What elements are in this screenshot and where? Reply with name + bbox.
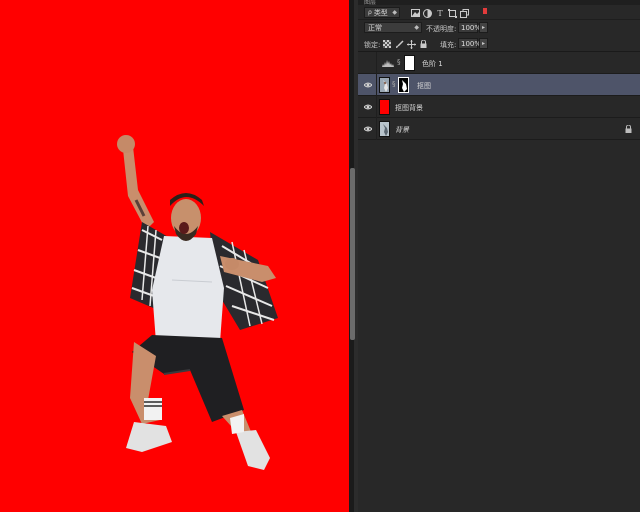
layer-name[interactable]: 背景 [395, 125, 409, 135]
adjustment-filter-icon[interactable] [422, 8, 432, 18]
eye-icon [364, 104, 372, 110]
lock-bar: 锁定: 填充: 100% ▸ [358, 36, 640, 52]
filter-kind-dropdown[interactable]: ρ 类型 ◆ [364, 7, 400, 18]
layer-image-thumbnail[interactable] [379, 121, 390, 137]
layer-name[interactable]: 抠图 [417, 81, 431, 91]
layer-visibility-toggle[interactable] [358, 74, 377, 96]
filter-toggle-switch[interactable] [483, 8, 487, 14]
eye-icon [364, 82, 372, 88]
lock-image-pixels-brush-icon[interactable] [394, 39, 404, 49]
lock-position-move-icon[interactable] [406, 39, 416, 49]
blend-mode-bar: 正常 ◆ 不透明度: 100% ▸ [358, 20, 640, 36]
layer-visibility-toggle[interactable] [358, 52, 377, 74]
layer-name[interactable]: 抠图背景 [395, 103, 423, 113]
shape-filter-icon[interactable] [447, 8, 457, 18]
layer-visibility-toggle[interactable] [358, 96, 377, 118]
opacity-slider-toggle[interactable]: ▸ [479, 22, 488, 33]
lock-transparent-pixels-icon[interactable] [382, 39, 392, 49]
blend-mode-value: 正常 [368, 23, 382, 32]
image-filter-icon[interactable] [410, 8, 420, 18]
fill-input[interactable]: 100% [458, 38, 482, 49]
levels-adjustment-icon [382, 58, 394, 69]
layer-visibility-toggle[interactable] [358, 118, 377, 140]
canvas-scroll-thumb[interactable] [350, 168, 355, 340]
mask-link-chain-icon[interactable]: § [392, 80, 396, 88]
layer-row-cutout-background[interactable]: 抠图背景 [358, 96, 640, 118]
opacity-input[interactable]: 100% [458, 22, 482, 33]
layer-filter-bar: ρ 类型 ◆ T [358, 5, 640, 20]
fill-value: 100% [461, 39, 482, 48]
filter-kind-label: 类型 [373, 8, 388, 17]
fill-slider-toggle[interactable]: ▸ [479, 38, 488, 49]
mask-link-chain-icon[interactable]: § [397, 58, 401, 66]
layer-row-background[interactable]: 背景 [358, 118, 640, 140]
blend-mode-dropdown[interactable]: 正常 ◆ [364, 22, 422, 33]
smart-object-filter-icon[interactable] [459, 8, 469, 18]
eye-icon [364, 126, 372, 132]
layer-mask-thumbnail[interactable] [404, 55, 415, 71]
layer-row-levels[interactable]: § 色阶 1 [358, 52, 640, 74]
jumping-man-image [117, 135, 278, 470]
search-icon: ρ [368, 9, 372, 16]
chevron-down-icon: ◆ [392, 9, 397, 16]
lock-label: 锁定: [364, 41, 381, 49]
layers-panel: 图层 ρ 类型 ◆ T 正常 ◆ 不透明度: 100% ▸ 锁定: 填充: 10… [358, 0, 640, 512]
layer-name[interactable]: 色阶 1 [422, 59, 443, 69]
lock-icon [625, 125, 632, 133]
type-filter-icon[interactable]: T [435, 8, 445, 18]
opacity-value: 100% [461, 23, 482, 32]
layer-image-thumbnail[interactable] [379, 77, 390, 93]
layer-row-cutout[interactable]: § 抠图 [358, 74, 640, 96]
fill-label: 填充: [440, 41, 457, 49]
layer-color-thumbnail[interactable] [379, 99, 390, 115]
chevron-down-icon: ◆ [414, 24, 419, 31]
layer-mask-thumbnail[interactable] [398, 77, 409, 93]
document-canvas[interactable] [0, 0, 349, 512]
opacity-label: 不透明度: [426, 25, 457, 33]
lock-all-icon[interactable] [418, 39, 428, 49]
